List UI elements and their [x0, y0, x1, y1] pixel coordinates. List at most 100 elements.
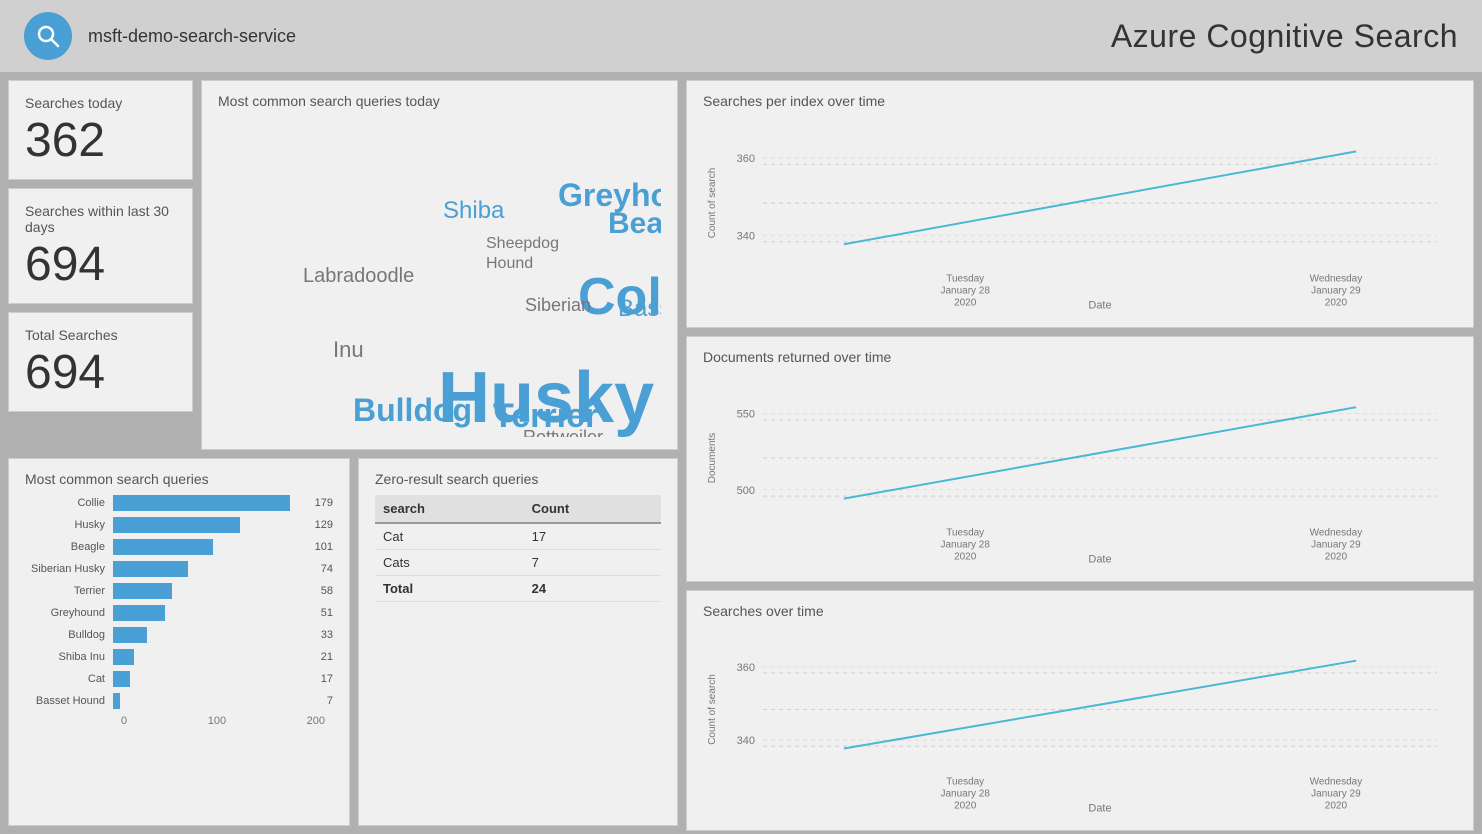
table-total-value: 24	[524, 576, 661, 602]
svg-text:January 29: January 29	[1311, 789, 1361, 800]
bar-row: Husky129	[25, 517, 333, 533]
bar-fill	[113, 539, 213, 555]
bar-fill	[113, 561, 188, 577]
bar-row: Siberian Husky74	[25, 561, 333, 577]
bar-label: Cat	[25, 673, 113, 685]
searches-30d-label: Searches within last 30 days	[25, 203, 176, 235]
bar-container	[113, 539, 311, 555]
svg-text:Tuesday: Tuesday	[946, 274, 984, 285]
svg-text:January 28: January 28	[940, 286, 990, 297]
documents-over-time-card: Documents returned over time 550500Docum…	[686, 336, 1474, 582]
svg-text:Tuesday: Tuesday	[946, 528, 984, 539]
documents-over-time-chart: 550500DocumentsTuesdayJanuary 282020Wedn…	[703, 377, 1457, 569]
bar-container	[113, 649, 317, 665]
bar-row: Collie 179	[25, 495, 333, 511]
bar-value: 179	[315, 497, 333, 509]
bar-container	[113, 583, 317, 599]
bar-value: 58	[321, 585, 333, 597]
table-cell-search: Cats	[375, 550, 524, 576]
wordcloud-word: Siberian	[525, 295, 591, 316]
wordcloud-word: Sheepdog	[486, 235, 559, 253]
bottom-section: Most common search queries Collie179Husk…	[8, 458, 678, 826]
bar-label: Terrier	[25, 585, 113, 597]
wordcloud-word: Labradoodle	[303, 265, 414, 288]
line-chart-svg: 550500DocumentsTuesdayJanuary 282020Wedn…	[703, 377, 1457, 569]
svg-text:Date: Date	[1088, 803, 1111, 815]
svg-text:Tuesday: Tuesday	[946, 777, 984, 788]
zero-result-title: Zero-result search queries	[375, 471, 661, 487]
searches-over-time-chart: 360340Count of searchTuesdayJanuary 2820…	[703, 631, 1457, 818]
wordcloud-word: Beagle	[608, 207, 661, 241]
svg-text:Date: Date	[1088, 554, 1111, 566]
barchart-card: Most common search queries Collie179Husk…	[8, 458, 350, 826]
svg-text:Count of search: Count of search	[707, 168, 718, 239]
searches-30d-value: 694	[25, 241, 176, 289]
svg-text:Documents: Documents	[707, 433, 718, 484]
top-section: Searches today 362 Searches within last …	[8, 80, 678, 450]
table-cell-search: Cat	[375, 523, 524, 550]
bar-row: Greyhound51	[25, 605, 333, 621]
bar-fill	[113, 517, 240, 533]
wordcloud-area: GreyhoundBeagleShibaSheepdogHoundCollieL…	[218, 117, 661, 437]
brand-title: Azure Cognitive Search	[1111, 18, 1458, 55]
bar-row: Beagle101	[25, 539, 333, 555]
bar-label: Collie	[25, 497, 113, 509]
bar-row: Shiba Inu 21	[25, 649, 333, 665]
bar-container	[113, 627, 317, 643]
svg-text:360: 360	[737, 153, 755, 165]
total-searches-label: Total Searches	[25, 327, 176, 343]
svg-text:340: 340	[737, 230, 755, 242]
searches-today-label: Searches today	[25, 95, 176, 111]
documents-over-time-title: Documents returned over time	[703, 349, 1457, 365]
bar-value: 74	[321, 563, 333, 575]
total-searches-card: Total Searches 694	[8, 312, 193, 412]
bar-axis: 0100200	[121, 715, 333, 727]
svg-text:2020: 2020	[954, 298, 977, 309]
bar-container	[113, 517, 311, 533]
table-cell-count: 7	[524, 550, 661, 576]
zero-result-table: search Count Cat17Cats7Total24	[375, 495, 661, 602]
svg-text:2020: 2020	[954, 801, 977, 812]
searches-per-index-title: Searches per index over time	[703, 93, 1457, 109]
col-count: Count	[524, 495, 661, 523]
table-total-label: Total	[375, 576, 524, 602]
stats-column: Searches today 362 Searches within last …	[8, 80, 193, 450]
bar-value: 21	[321, 651, 333, 663]
searches-today-value: 362	[25, 117, 176, 165]
total-searches-value: 694	[25, 349, 176, 397]
line-chart-svg: 360340Count of searchTuesdayJanuary 2820…	[703, 631, 1457, 818]
bar-label: Basset Hound	[25, 695, 113, 707]
bar-fill	[113, 671, 130, 687]
svg-text:2020: 2020	[1325, 552, 1348, 563]
svg-text:500: 500	[737, 485, 755, 497]
searches-over-time-card: Searches over time 360340Count of search…	[686, 590, 1474, 831]
bar-container	[113, 693, 323, 709]
svg-text:2020: 2020	[954, 552, 977, 563]
bar-value: 33	[321, 629, 333, 641]
svg-text:Wednesday: Wednesday	[1310, 528, 1363, 539]
bar-fill	[113, 583, 172, 599]
bar-label: Shiba Inu	[25, 651, 113, 663]
bar-fill	[113, 627, 147, 643]
wordcloud-word: Bulldog	[353, 392, 472, 429]
svg-text:2020: 2020	[1325, 801, 1348, 812]
header: msft-demo-search-service Azure Cognitive…	[0, 0, 1482, 72]
left-column: Searches today 362 Searches within last …	[8, 80, 678, 826]
svg-text:Wednesday: Wednesday	[1310, 777, 1363, 788]
line-chart-svg: 360340Count of searchTuesdayJanuary 2820…	[703, 121, 1457, 315]
bar-row: Cat17	[25, 671, 333, 687]
table-row: Cats7	[375, 550, 661, 576]
bar-chart: Collie 179 Husky129 Beagle101 Siberian Husky…	[25, 495, 333, 727]
bar-container	[113, 671, 317, 687]
wordcloud-title: Most common search queries today	[218, 93, 661, 109]
wordcloud-card: Most common search queries today Greyhou…	[201, 80, 678, 450]
searches-per-index-chart: 360340Count of searchTuesdayJanuary 2820…	[703, 121, 1457, 315]
header-left: msft-demo-search-service	[24, 12, 296, 60]
bar-container	[113, 605, 317, 621]
svg-text:2020: 2020	[1325, 298, 1348, 309]
svg-text:January 28: January 28	[940, 540, 990, 551]
svg-text:Count of search: Count of search	[707, 674, 718, 745]
bar-label: Husky	[25, 519, 113, 531]
service-name: msft-demo-search-service	[88, 26, 296, 47]
wordcloud-word: Hound	[486, 255, 533, 273]
